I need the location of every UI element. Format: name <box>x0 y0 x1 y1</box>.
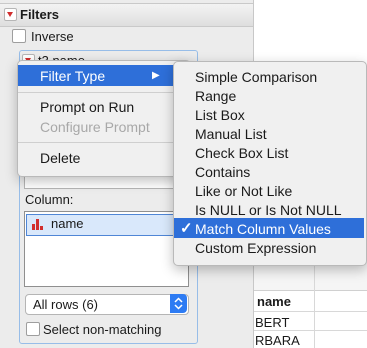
rows-select-value: All rows (6) <box>33 297 99 312</box>
grid-divider <box>254 311 367 312</box>
column-list-item[interactable] <box>26 214 185 236</box>
column-label: Column: <box>25 192 74 207</box>
checkmark-icon: ✓ <box>180 220 193 237</box>
submenu-item-manual-list[interactable]: Manual List <box>195 126 267 142</box>
grid-header-row <box>254 262 367 291</box>
select-arrows-icon[interactable] <box>170 294 187 313</box>
select-nonmatching-checkbox[interactable] <box>26 322 40 336</box>
submenu-item-check-box-list[interactable]: Check Box List <box>195 145 288 161</box>
filters-disclosure-icon[interactable] <box>4 8 17 21</box>
menu-item-configure-prompt: Configure Prompt <box>40 119 150 135</box>
menu-item-filter-type[interactable]: Filter Type <box>40 68 105 84</box>
submenu-item-simple-comparison[interactable]: Simple Comparison <box>195 69 317 85</box>
filters-title: Filters <box>20 7 60 22</box>
submenu-item-range[interactable]: Range <box>195 88 236 104</box>
submenu-item-is-null[interactable]: Is NULL or Is Not NULL <box>195 202 342 218</box>
grid-column-divider <box>314 262 315 348</box>
inverse-checkbox[interactable] <box>12 29 26 43</box>
menu-separator <box>18 92 188 93</box>
column-item-label: name <box>51 216 84 231</box>
submenu-item-like-or-not-like[interactable]: Like or Not Like <box>195 183 292 199</box>
updown-chevron-icon <box>174 297 183 310</box>
select-nonmatching-label: Select non-matching <box>43 322 162 337</box>
menu-item-prompt-on-run[interactable]: Prompt on Run <box>40 99 134 115</box>
submenu-arrow-icon: ▶ <box>152 70 160 81</box>
submenu-item-contains[interactable]: Contains <box>195 164 250 180</box>
submenu-item-match-column-values[interactable]: Match Column Values <box>195 221 331 237</box>
inverse-label: Inverse <box>31 29 74 44</box>
grid-cell[interactable]: RBARA <box>255 333 300 348</box>
menu-separator <box>18 142 188 143</box>
grid-cell[interactable]: BERT <box>255 315 289 330</box>
submenu-item-list-box[interactable]: List Box <box>195 107 245 123</box>
nominal-column-icon <box>32 219 43 230</box>
menu-item-delete[interactable]: Delete <box>40 150 80 166</box>
grid-divider <box>254 330 367 331</box>
submenu-item-custom-expression[interactable]: Custom Expression <box>195 240 316 256</box>
grid-column-header[interactable]: name <box>257 294 291 309</box>
